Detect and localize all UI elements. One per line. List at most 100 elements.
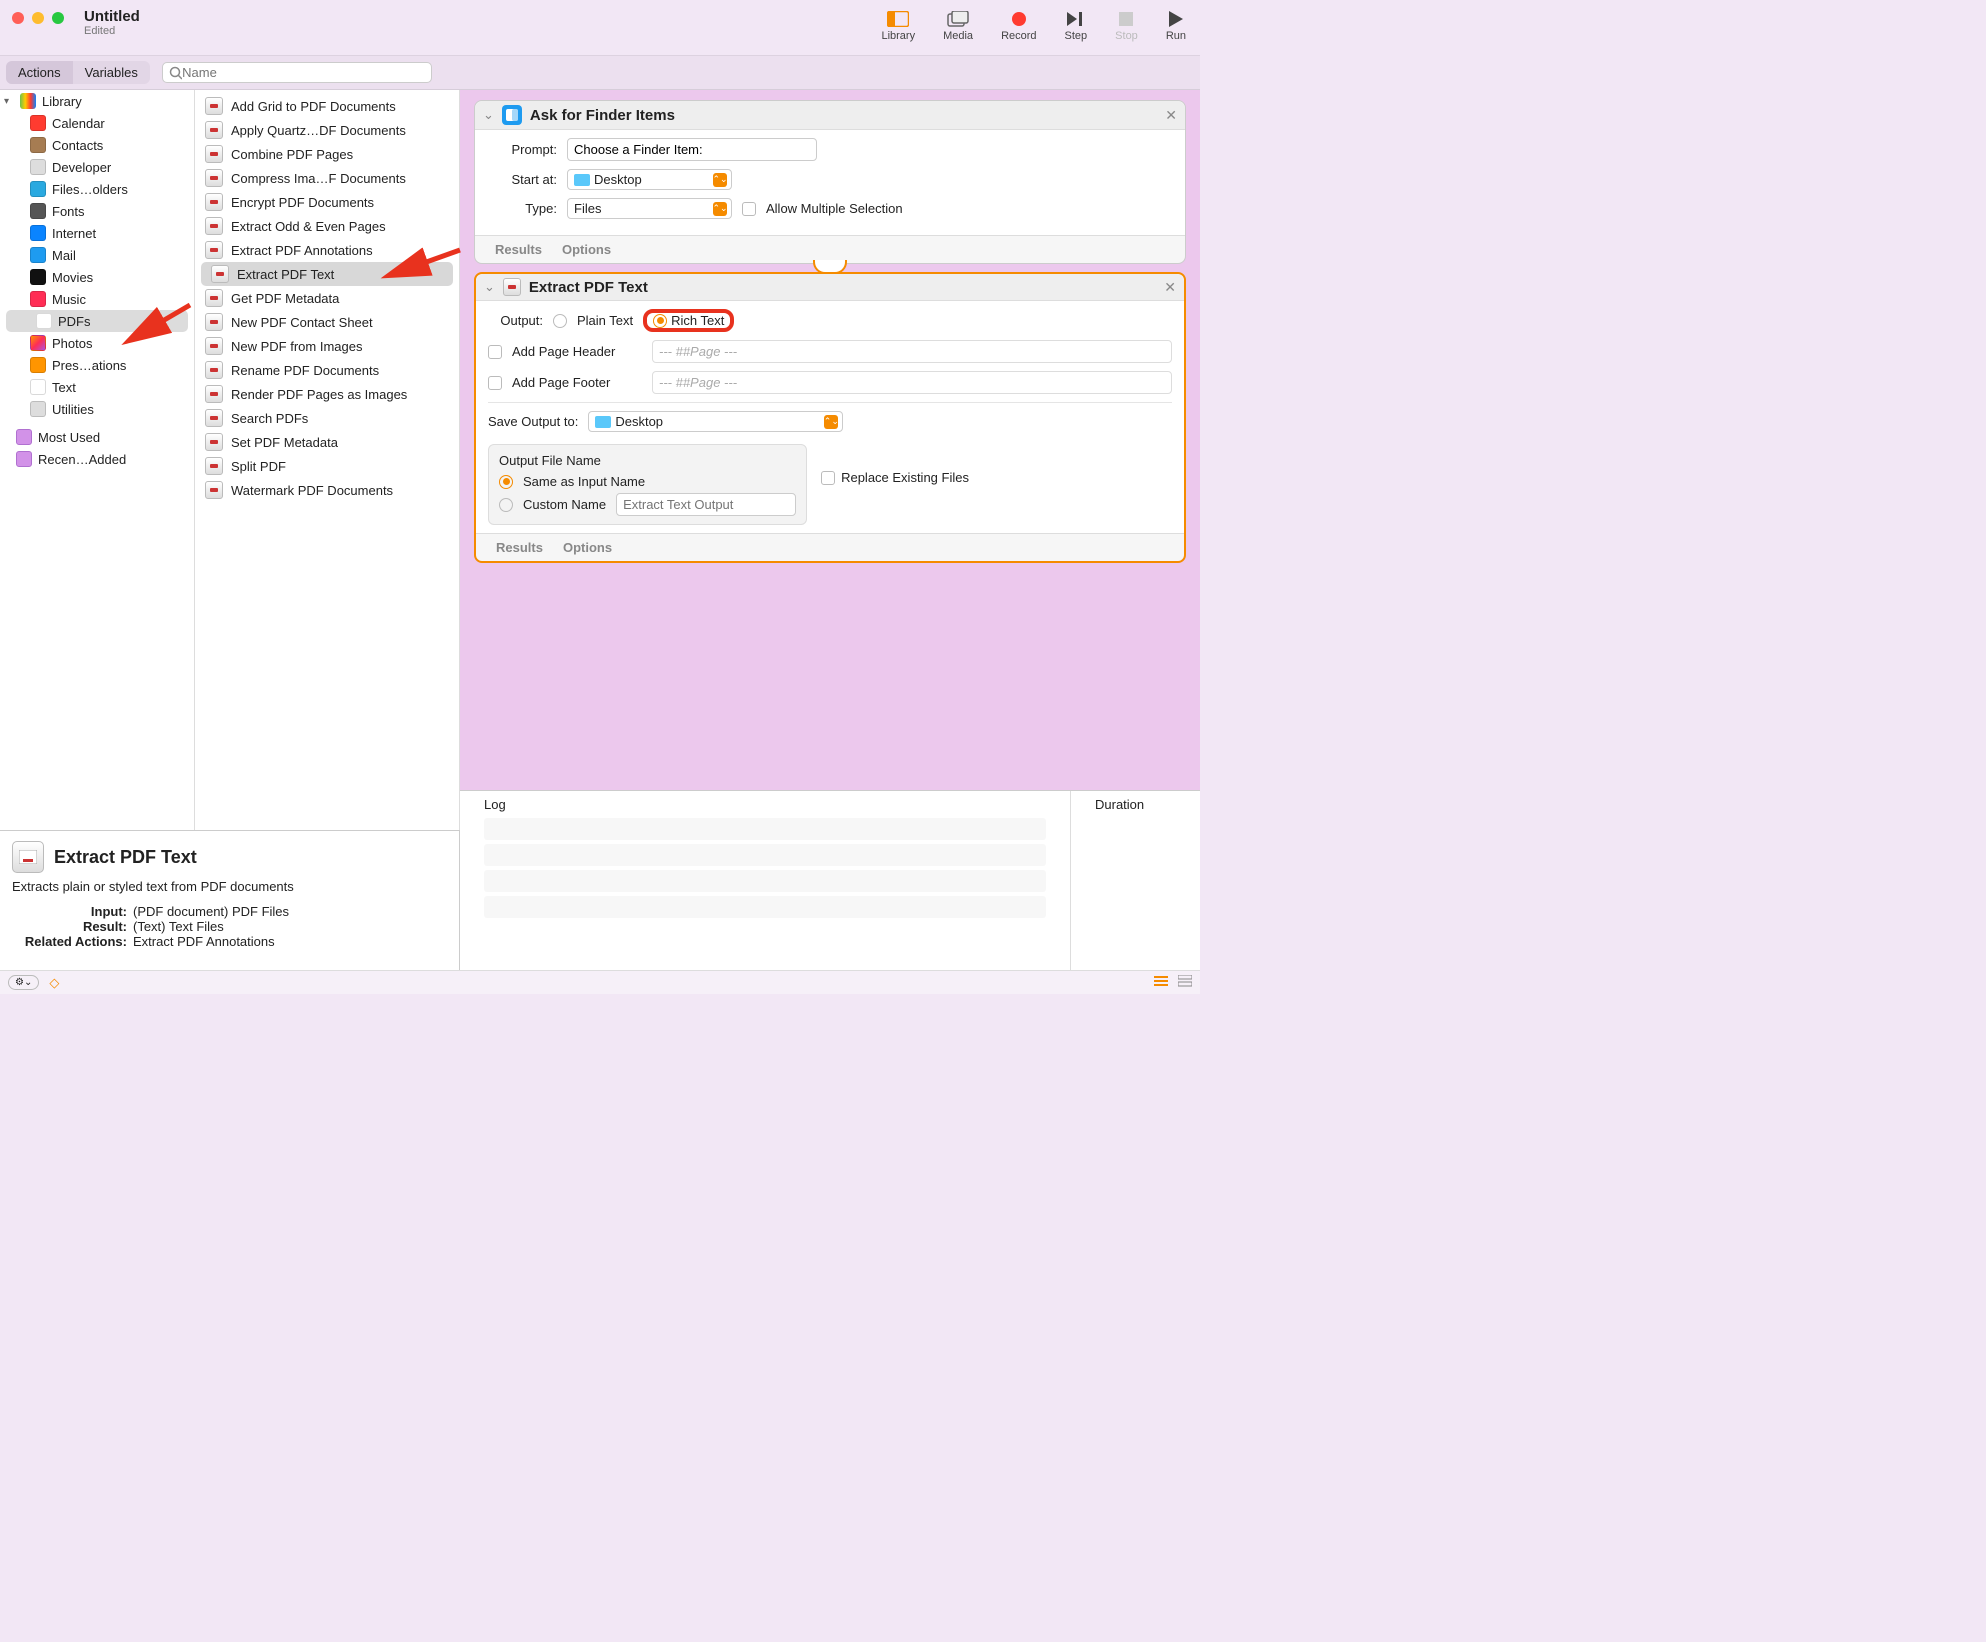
options-button[interactable]: Options	[563, 540, 612, 555]
action-item[interactable]: Add Grid to PDF Documents	[195, 94, 459, 118]
sidebar-item-developer[interactable]: Developer	[0, 156, 194, 178]
footer-placeholder[interactable]: --- ##Page ---	[652, 371, 1172, 394]
category-icon	[30, 401, 46, 417]
action-label: Rename PDF Documents	[231, 363, 379, 378]
sidebar-item-fonts[interactable]: Fonts	[0, 200, 194, 222]
action-item[interactable]: Set PDF Metadata	[195, 430, 459, 454]
type-popup[interactable]: Files ⌃⌄	[567, 198, 732, 219]
sidebar-item-contacts[interactable]: Contacts	[0, 134, 194, 156]
close-window[interactable]	[12, 12, 24, 24]
stop-button[interactable]: Stop	[1115, 8, 1138, 42]
action-item[interactable]: Watermark PDF Documents	[195, 478, 459, 502]
action-item[interactable]: Extract Odd & Even Pages	[195, 214, 459, 238]
header-placeholder[interactable]: --- ##Page ---	[652, 340, 1172, 363]
chevron-down-icon[interactable]: ⌄	[484, 279, 495, 295]
sidebar-item-mostused[interactable]: Most Used	[0, 426, 194, 448]
folder-icon	[595, 416, 611, 428]
flow-area[interactable]: ⌄ Ask for Finder Items ✕ Prompt: Start a…	[460, 90, 1200, 790]
action-item[interactable]: New PDF Contact Sheet	[195, 310, 459, 334]
replace-label: Replace Existing Files	[841, 470, 969, 485]
chevron-updown-icon: ⌃⌄	[713, 202, 727, 216]
allow-multi-checkbox[interactable]	[742, 202, 756, 216]
run-button[interactable]: Run	[1166, 8, 1186, 42]
media-button[interactable]: Media	[943, 8, 973, 42]
rich-text-radio[interactable]	[653, 314, 667, 328]
close-icon[interactable]: ✕	[1165, 107, 1177, 124]
play-icon	[1169, 8, 1183, 30]
library-toggle-button[interactable]: Library	[881, 8, 915, 42]
sidebar-item-movies[interactable]: Movies	[0, 266, 194, 288]
replace-checkbox[interactable]	[821, 471, 835, 485]
log-row	[484, 844, 1046, 866]
pdf-action-icon	[205, 433, 223, 451]
view-list-icon[interactable]	[1154, 975, 1168, 990]
step-button[interactable]: Step	[1065, 8, 1088, 42]
action-item[interactable]: Compress Ima…F Documents	[195, 166, 459, 190]
record-button[interactable]: Record	[1001, 8, 1036, 42]
custom-name-input[interactable]	[616, 493, 796, 516]
library-root[interactable]: ▾ Library	[0, 90, 194, 112]
save-to-popup[interactable]: Desktop ⌃⌄	[588, 411, 843, 432]
category-icon	[30, 203, 46, 219]
chevron-down-icon[interactable]: ⌄	[483, 107, 494, 123]
prompt-input[interactable]	[567, 138, 817, 161]
pdf-action-icon	[205, 217, 223, 235]
sidebar-item-label: Recen…Added	[38, 452, 126, 467]
sidebar-item-recenadded[interactable]: Recen…Added	[0, 448, 194, 470]
segment-actions[interactable]: Actions	[6, 61, 73, 84]
action-label: Extract Odd & Even Pages	[231, 219, 386, 234]
card-header[interactable]: ⌄ Extract PDF Text ✕	[476, 274, 1184, 301]
sidebar-item-filesolders[interactable]: Files…olders	[0, 178, 194, 200]
results-button[interactable]: Results	[496, 540, 543, 555]
gear-menu-icon[interactable]: ⚙︎⌄	[8, 975, 39, 990]
sidebar-item-label: Mail	[52, 248, 76, 263]
action-item[interactable]: Search PDFs	[195, 406, 459, 430]
card-header[interactable]: ⌄ Ask for Finder Items ✕	[475, 101, 1185, 130]
custom-name-label: Custom Name	[523, 497, 606, 512]
info-input-value: (PDF document) PDF Files	[133, 904, 289, 919]
sidebar-item-mail[interactable]: Mail	[0, 244, 194, 266]
info-result-value: (Text) Text Files	[133, 919, 224, 934]
sidebar-item-presations[interactable]: Pres…ations	[0, 354, 194, 376]
action-card-extract-pdf-text[interactable]: ⌄ Extract PDF Text ✕ Output: Plain Text …	[474, 272, 1186, 563]
search-field[interactable]	[162, 62, 432, 83]
library-root-label: Library	[42, 94, 82, 109]
traffic-lights	[12, 12, 64, 24]
finder-icon	[502, 105, 522, 125]
segment-variables[interactable]: Variables	[73, 61, 150, 84]
same-name-radio[interactable]	[499, 475, 513, 489]
action-item[interactable]: Combine PDF Pages	[195, 142, 459, 166]
smart-folder-icon	[16, 451, 32, 467]
action-item[interactable]: Rename PDF Documents	[195, 358, 459, 382]
search-icon	[169, 66, 182, 80]
sidebar-item-label: Music	[52, 292, 86, 307]
media-icon	[947, 8, 969, 30]
results-button[interactable]: Results	[495, 242, 542, 257]
action-item[interactable]: Apply Quartz…DF Documents	[195, 118, 459, 142]
action-item[interactable]: Render PDF Pages as Images	[195, 382, 459, 406]
action-label: New PDF from Images	[231, 339, 362, 354]
add-footer-checkbox[interactable]	[488, 376, 502, 390]
zoom-window[interactable]	[52, 12, 64, 24]
add-header-checkbox[interactable]	[488, 345, 502, 359]
action-item[interactable]: New PDF from Images	[195, 334, 459, 358]
action-item[interactable]: Split PDF	[195, 454, 459, 478]
action-item[interactable]: Encrypt PDF Documents	[195, 190, 459, 214]
close-icon[interactable]: ✕	[1164, 279, 1176, 296]
sidebar-item-utilities[interactable]: Utilities	[0, 398, 194, 420]
view-flow-icon[interactable]	[1178, 975, 1192, 990]
sidebar-item-internet[interactable]: Internet	[0, 222, 194, 244]
sidebar-item-text[interactable]: Text	[0, 376, 194, 398]
search-input[interactable]	[182, 65, 425, 80]
minimize-window[interactable]	[32, 12, 44, 24]
action-item[interactable]: Get PDF Metadata	[195, 286, 459, 310]
plain-text-radio[interactable]	[553, 314, 567, 328]
chevron-updown-icon: ⌃⌄	[713, 173, 727, 187]
options-button[interactable]: Options	[562, 242, 611, 257]
pdf-action-icon	[205, 169, 223, 187]
start-at-popup[interactable]: Desktop ⌃⌄	[567, 169, 732, 190]
custom-name-radio[interactable]	[499, 498, 513, 512]
action-card-ask-finder[interactable]: ⌄ Ask for Finder Items ✕ Prompt: Start a…	[474, 100, 1186, 264]
sidebar-item-calendar[interactable]: Calendar	[0, 112, 194, 134]
warning-icon[interactable]: ◇	[49, 975, 59, 991]
